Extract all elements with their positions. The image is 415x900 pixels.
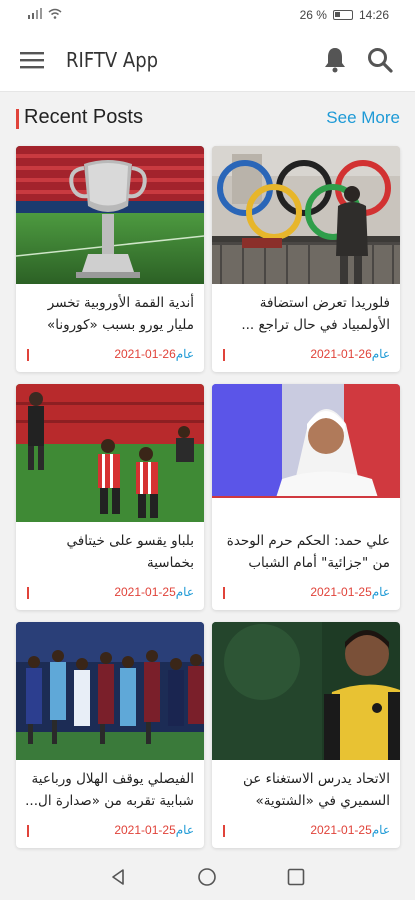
home-icon[interactable]	[197, 867, 217, 887]
post-category: عام	[371, 347, 390, 361]
post-date: عام25-01-2021	[114, 823, 194, 837]
status-icons-left	[28, 8, 62, 19]
post-thumbnail-champions-trophy	[16, 146, 204, 284]
post-date-value: 25-01-2021	[114, 823, 176, 837]
post-date-value: 25-01-2021	[114, 585, 176, 599]
post-thumbnail-bilbao-players	[16, 384, 204, 522]
back-icon[interactable]	[108, 867, 128, 887]
post-card[interactable]: فلوريدا تعرض استضافة الأولمبياد في حال ت…	[212, 146, 400, 372]
post-date-value: 25-01-2021	[310, 585, 372, 599]
search-icon[interactable]	[366, 46, 394, 74]
post-thumbnail-tv-interview	[212, 384, 400, 522]
battery-percent: 26 %	[299, 8, 327, 22]
status-bar: 26 % 14:26	[0, 0, 415, 30]
post-card[interactable]: علي حمد: الحكم حرم الوحدة من "جزائية" أم…	[212, 384, 400, 610]
post-title: فلوريدا تعرض استضافة الأولمبياد في حال ت…	[241, 295, 390, 333]
app-title: RIFTV App	[66, 48, 159, 72]
post-card[interactable]: بلباو يقسو على خيتافي بخماسية عام25-01-2…	[16, 384, 204, 610]
system-navigation-bar	[0, 853, 415, 900]
post-date: عام26-01-2021	[114, 347, 194, 361]
post-date-value: 25-01-2021	[310, 823, 372, 837]
post-date: عام25-01-2021	[310, 585, 390, 599]
battery-icon	[332, 10, 353, 20]
app-bar: RIFTV App	[0, 30, 415, 92]
post-title: بلباو يقسو على خيتافي بخماسية	[66, 533, 195, 571]
post-accent-mark	[27, 825, 29, 837]
post-category: عام	[175, 585, 194, 599]
bell-icon[interactable]	[322, 46, 348, 74]
post-date: عام25-01-2021	[310, 823, 390, 837]
see-more-link[interactable]: See More	[326, 108, 400, 128]
wifi-icon	[48, 8, 62, 19]
post-date: عام26-01-2021	[310, 347, 390, 361]
clock: 14:26	[358, 8, 389, 22]
post-date-value: 26-01-2021	[310, 347, 372, 361]
post-title: الفيصلي يوقف الهلال ورباعية شبابية تقربه…	[25, 771, 194, 809]
hamburger-menu-icon[interactable]	[20, 50, 44, 70]
post-card[interactable]: الفيصلي يوقف الهلال ورباعية شبابية تقربه…	[16, 622, 204, 848]
post-card[interactable]: أندية القمة الأوروبية تخسر مليار يورو بس…	[16, 146, 204, 372]
post-title: علي حمد: الحكم حرم الوحدة من "جزائية" أم…	[226, 533, 390, 571]
post-category: عام	[371, 823, 390, 837]
section-title: Recent Posts	[24, 106, 143, 128]
post-accent-mark	[223, 349, 225, 361]
status-icons-right: 26 % 14:26	[300, 8, 389, 22]
post-accent-mark	[223, 587, 225, 599]
post-accent-mark	[27, 349, 29, 361]
section-accent-bar	[16, 109, 19, 129]
recent-apps-icon[interactable]	[287, 868, 305, 886]
post-thumbnail-olympic-rings	[212, 146, 400, 284]
post-accent-mark	[223, 825, 225, 837]
signal-icon	[28, 8, 42, 19]
post-category: عام	[371, 585, 390, 599]
post-category: عام	[175, 347, 194, 361]
recent-posts-header: Recent Posts See More	[16, 106, 400, 132]
post-date-value: 26-01-2021	[114, 347, 176, 361]
post-thumbnail-faisaly-match	[16, 622, 204, 760]
post-date: عام25-01-2021	[114, 585, 194, 599]
post-category: عام	[175, 823, 194, 837]
post-accent-mark	[27, 587, 29, 599]
post-thumbnail-ittihad-player	[212, 622, 400, 760]
post-card[interactable]: الاتحاد يدرس الاستغناء عن السميري في «ال…	[212, 622, 400, 848]
post-title: أندية القمة الأوروبية تخسر مليار يورو بس…	[46, 295, 194, 333]
post-title: الاتحاد يدرس الاستغناء عن السميري في «ال…	[243, 771, 390, 809]
